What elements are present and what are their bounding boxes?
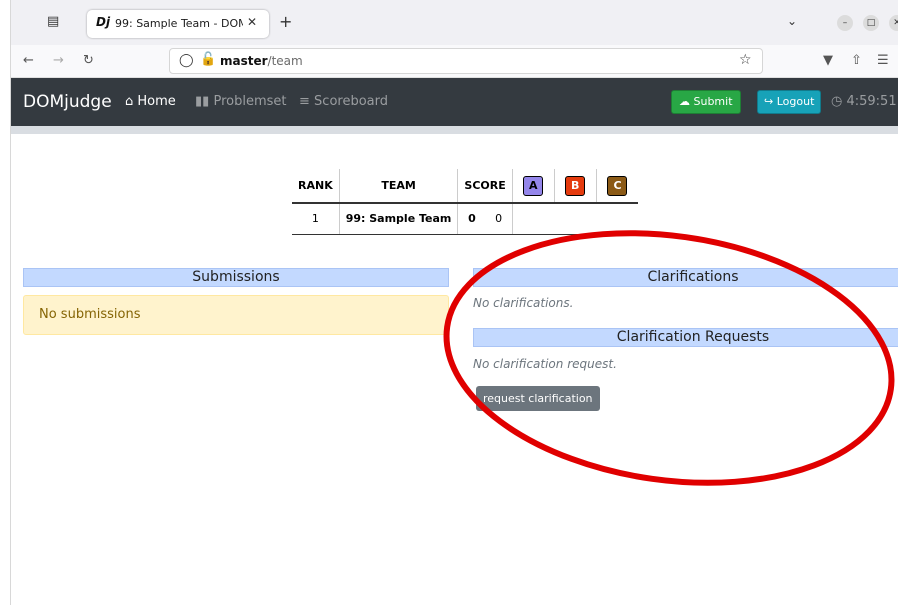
clarifications-heading: Clarifications [473,268,898,287]
nav-home[interactable]: ⌂ Home [125,94,176,109]
new-tab-icon[interactable]: + [279,14,292,30]
rank-header: RANK [292,169,340,204]
shield-icon[interactable]: ◯ [179,53,194,68]
problem-badge-c[interactable]: C [607,175,628,196]
nav-scoreboard[interactable]: ≡ Scoreboard [299,94,388,109]
cloud-upload-icon: ☁ [679,95,690,108]
problem-cells [511,203,639,235]
clock-time: 4:59:51 [846,94,897,109]
home-icon: ⌂ [125,94,134,109]
no-clarifications-text: No clarifications. [473,296,574,310]
browser-navbar: ← → ↻ ◯ 🔓 master/team ☆ ▼ ⇧ ☰ [11,45,898,78]
clock-icon: ◷ [831,94,843,109]
tab-bar: ▤ Dj 99: Sample Team - DOMjudge ✕ + ⌄ – … [11,0,898,45]
alert-strip [11,126,898,134]
book-icon: ▮▮ [195,94,210,109]
back-icon[interactable]: ← [23,53,34,68]
pocket-icon[interactable]: ▼ [823,53,833,68]
forward-icon[interactable]: → [53,53,64,68]
nav-home-label: Home [137,94,176,109]
request-clarification-button[interactable]: request clarification [476,386,600,411]
nav-problemset-label: Problemset [213,94,287,109]
url-path: /team [267,54,303,68]
share-icon[interactable]: ⇧ [851,53,862,68]
no-clarification-request-text: No clarification request. [473,357,617,371]
maximize-icon[interactable]: □ [863,15,879,31]
team-header: TEAM [338,169,458,204]
problem-header-b[interactable]: B [553,169,597,204]
clarification-requests-heading: Clarification Requests [473,328,898,347]
favicon-icon: Dj [96,15,111,29]
url-bar[interactable]: ◯ 🔓 master/team ☆ [169,48,763,74]
close-window-icon[interactable]: ✕ [889,15,898,31]
list-ol-icon: ≡ [299,94,310,109]
brand-logo[interactable]: DOMjudge [23,92,112,112]
scoreboard-header-row: RANK TEAM SCORE A B C [292,169,639,204]
team-penalty: 0 [485,203,513,235]
app-navbar: DOMjudge ⌂ Home ▮▮ Problemset ≡ Scoreboa… [11,78,898,126]
nav-scoreboard-label: Scoreboard [314,94,388,109]
url-host: master [220,54,268,68]
nav-problemset[interactable]: ▮▮ Problemset [195,94,286,109]
problem-header-a[interactable]: A [511,169,555,204]
team-scoreboard: RANK TEAM SCORE A B C 1 99: Sample Team … [292,169,639,235]
tab-title: 99: Sample Team - DOMjudge [115,17,243,30]
problem-badge-a[interactable]: A [523,175,544,196]
logout-label: Logout [776,95,815,108]
submit-button[interactable]: ☁ Submit [671,90,741,114]
problem-badge-b[interactable]: B [565,175,586,196]
browser-tab[interactable]: Dj 99: Sample Team - DOMjudge ✕ [87,10,269,38]
contest-clock: ◷ 4:59:51 [831,94,897,109]
browser-window: ▤ Dj 99: Sample Team - DOMjudge ✕ + ⌄ – … [10,0,898,605]
chevron-down-icon[interactable]: ⌄ [787,14,797,28]
score-header: SCORE [457,169,513,204]
no-submissions-alert: No submissions [23,295,449,335]
logout-button[interactable]: ↪ Logout [757,90,822,114]
minimize-icon[interactable]: – [837,15,853,31]
bookmark-star-icon[interactable]: ☆ [739,52,752,68]
problem-header-c[interactable]: C [595,169,639,204]
page-content: DOMjudge ⌂ Home ▮▮ Problemset ≡ Scoreboa… [11,78,898,605]
menu-icon[interactable]: ☰ [877,53,889,68]
submissions-heading: Submissions [23,268,449,287]
team-solved: 0 [457,203,486,235]
reload-icon[interactable]: ↻ [83,53,94,68]
team-rank: 1 [292,203,340,235]
close-tab-icon[interactable]: ✕ [247,15,257,29]
team-name[interactable]: 99: Sample Team [338,203,458,235]
tab-list-icon[interactable]: ▤ [47,14,63,30]
submit-label: Submit [693,95,733,108]
table-row: 1 99: Sample Team 0 0 [292,203,639,235]
insecure-lock-icon[interactable]: 🔓 [200,52,216,67]
url-text[interactable]: master/team [220,54,303,68]
sign-out-icon: ↪ [764,95,774,108]
